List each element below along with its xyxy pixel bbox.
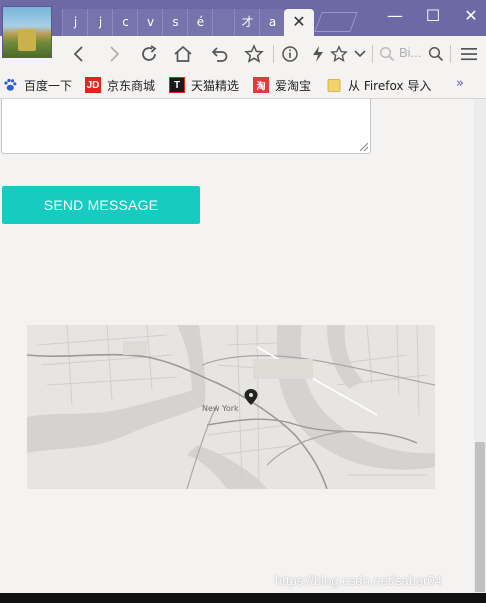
tab-label: s [172,15,179,29]
tab-label: a [268,15,277,29]
bookmark-label: 百度一下 [24,78,73,93]
tab-4[interactable]: v [137,9,163,36]
undo-icon[interactable] [206,42,232,66]
bookmark-label: 天猫精选 [191,78,240,93]
tmall-icon: T [169,77,185,93]
tab-label: c [122,15,129,29]
bookmark-label: 京东商城 [107,78,156,93]
menu-icon[interactable] [456,42,482,66]
bookmark-tmall[interactable]: T 天猫精选 [169,77,239,93]
page-footer-strip [0,593,486,603]
tab-9[interactable]: a [259,9,285,36]
info-icon[interactable] [277,42,303,66]
minimize-button[interactable]: — [376,0,414,32]
bookmarks-bar: 百度一下 JD 京东商城 T 天猫精选 淘 爱淘宝 从 Firefox 导入 » [0,72,486,99]
bookmark-baidu[interactable]: 百度一下 [2,77,72,93]
tab-2[interactable]: j [87,9,113,36]
bookmark-firefox-import[interactable]: 从 Firefox 导入 [326,77,431,93]
tab-3[interactable]: c [112,9,138,36]
tab-label: j [73,15,78,29]
tab-1[interactable]: j [62,9,88,36]
tab-label: v [146,15,155,29]
resize-grip-icon[interactable] [360,143,368,151]
new-tab-button[interactable] [314,12,358,32]
bookmarks-overflow-icon[interactable]: » [456,76,464,91]
search-icon[interactable] [423,42,449,66]
maximize-button[interactable]: ☐ [414,0,452,32]
toolbar-divider [372,45,373,63]
paw-icon [2,77,18,93]
forward-icon[interactable] [101,42,127,66]
close-tab-icon[interactable]: ✕ [292,12,305,31]
tab-8[interactable]: 才 [234,9,260,36]
scrollbar-thumb[interactable] [475,442,485,592]
taobao-icon: 淘 [253,77,269,93]
map-embed[interactable]: New York [27,325,435,489]
browser-window: j j c v s é 才 a ✕ — ☐ ✕ Bi... 百度一下 JD 京东… [0,0,486,603]
jd-icon: JD [85,77,101,93]
map-city-label: New York [202,404,239,413]
tab-label: 才 [241,15,254,29]
tab-active[interactable]: ✕ [284,9,314,36]
bookmark-label: 从 Firefox 导入 [348,78,432,93]
tab-label: é [196,15,205,29]
back-icon[interactable] [66,42,92,66]
home-icon[interactable] [170,42,196,66]
bookmark-taobao[interactable]: 淘 爱淘宝 [253,77,311,93]
folder-icon [326,77,342,93]
bookmark-label: 爱淘宝 [275,78,312,93]
tab-label: j [98,15,103,29]
tab-strip: j j c v s é 才 a ✕ — ☐ ✕ [0,0,486,58]
chevron-down-icon[interactable] [347,42,373,66]
vertical-scrollbar[interactable] [474,99,486,593]
reload-icon[interactable] [136,42,162,66]
close-window-button[interactable]: ✕ [452,0,486,32]
bookmark-star-icon[interactable] [241,42,267,66]
search-engine-icon[interactable] [374,42,400,66]
message-textarea[interactable] [1,99,371,154]
page-thumbnail [2,6,52,58]
bookmark-jd[interactable]: JD 京东商城 [85,77,155,93]
search-input[interactable]: Bi... [399,45,421,60]
send-message-button[interactable]: SEND MESSAGE [2,186,200,224]
tab-6[interactable]: é [187,9,213,36]
toolbar-divider [273,45,274,63]
page-content: SEND MESSAGE New York https://blog.csdn.… [0,99,474,593]
watermark-text: https://blog.csdn.net/saber04 [275,573,442,588]
tab-5[interactable]: s [162,9,188,36]
toolbar-divider [450,45,451,63]
